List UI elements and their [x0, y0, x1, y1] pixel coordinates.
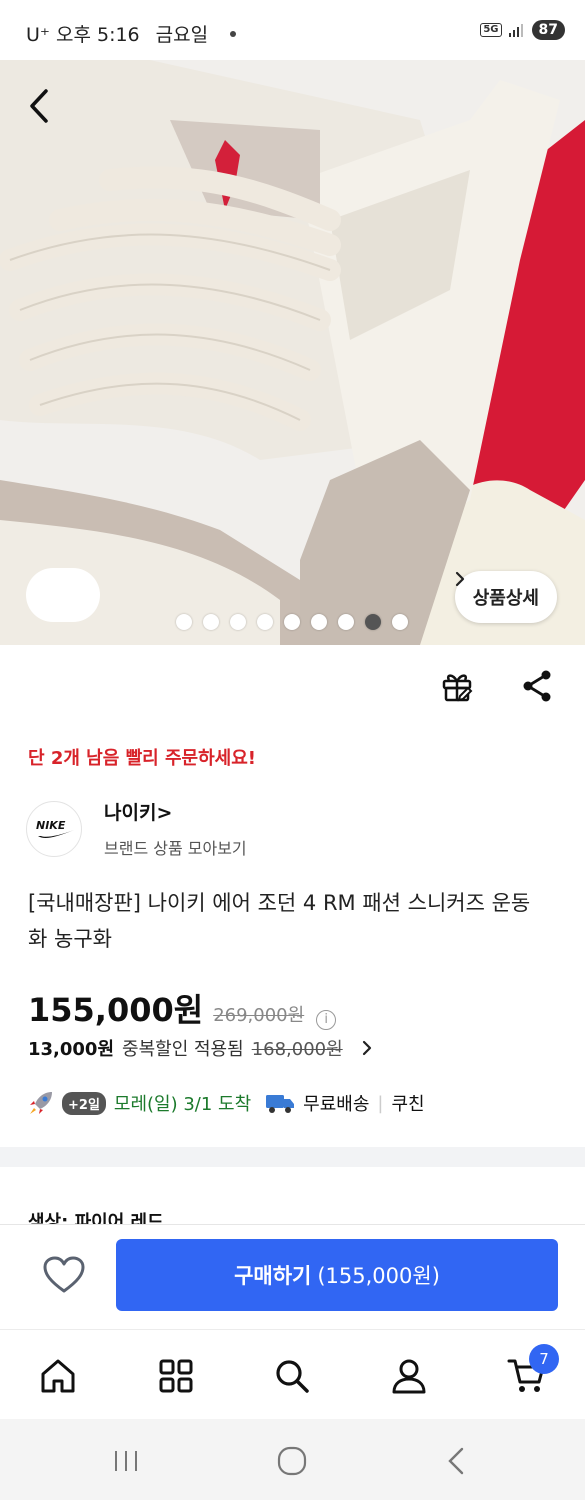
carousel-indicator	[176, 614, 408, 630]
wishlist-button[interactable]	[40, 1253, 88, 1297]
home-icon	[41, 1359, 75, 1393]
gift-button[interactable]	[437, 666, 477, 706]
brand-name[interactable]: 나이키>	[104, 798, 247, 825]
system-nav-bar	[0, 1419, 585, 1500]
price-row: 155,000원 269,000원 i	[28, 985, 337, 1031]
nav-home[interactable]	[34, 1352, 82, 1400]
carousel-dot[interactable]	[338, 614, 354, 630]
purchase-bar: 구매하기 (155,000원)	[0, 1224, 585, 1329]
status-day: 금요일	[155, 24, 209, 46]
heart-icon	[43, 1256, 85, 1293]
status-bar: U⁺ 오후 5:16 금요일 5G 87	[0, 0, 585, 60]
chevron-right-icon	[362, 1040, 371, 1056]
signal-icon	[508, 24, 523, 37]
buy-price: (155,000원)	[317, 1264, 440, 1288]
home-circle-icon	[277, 1446, 307, 1476]
recent-apps-button[interactable]	[106, 1441, 146, 1481]
product-actions	[437, 666, 557, 706]
nav-categories[interactable]	[152, 1352, 200, 1400]
buy-button[interactable]: 구매하기 (155,000원)	[116, 1239, 558, 1311]
rocket-icon	[30, 1092, 52, 1114]
image-overlay-blob	[26, 568, 100, 622]
color-option-peek: 색상: 파이어 레드	[28, 1212, 164, 1224]
arrival-date: 모레(일) 3/1 도착	[113, 1094, 252, 1115]
stock-urgency-notice: 단 2개 남음 빨리 주문하세요!	[28, 748, 256, 769]
bottom-nav: 7	[0, 1329, 585, 1419]
brand-link[interactable]: NIKE 나이키> 브랜드 상품 모아보기	[26, 798, 247, 859]
carousel-dot[interactable]	[257, 614, 273, 630]
delivery-truck-icon	[266, 1095, 295, 1113]
grid-icon	[159, 1359, 193, 1393]
chevron-left-icon	[30, 89, 48, 123]
free-shipping-label: 무료배송	[303, 1094, 370, 1115]
network-5g-icon: 5G	[480, 23, 502, 37]
discount-text: 중복할인 적용됨	[122, 1039, 244, 1060]
nike-logo-icon: NIKE	[36, 819, 74, 838]
status-time: U⁺ 오후 5:16	[26, 24, 140, 46]
home-system-button[interactable]	[272, 1441, 312, 1481]
extra-days-badge: +2일	[62, 1091, 106, 1115]
section-divider	[0, 1147, 585, 1167]
nav-my-page[interactable]	[385, 1352, 433, 1400]
system-back-button[interactable]	[436, 1441, 476, 1481]
buy-label: 구매하기	[234, 1264, 312, 1288]
user-icon	[392, 1359, 426, 1394]
carousel-dot[interactable]	[284, 614, 300, 630]
sneaker-image	[0, 60, 585, 645]
carousel-dot[interactable]	[203, 614, 219, 630]
back-chevron-icon	[448, 1447, 464, 1475]
carousel-dot[interactable]	[176, 614, 192, 630]
svg-text:NIKE: NIKE	[36, 819, 66, 832]
recent-apps-icon	[115, 1451, 137, 1471]
share-icon	[523, 670, 551, 702]
discount-row[interactable]: 13,000원 중복할인 적용됨 168,000원	[28, 1035, 373, 1061]
delivery-info: +2일 모레(일) 3/1 도착 무료배송 | 쿠친	[28, 1090, 425, 1116]
search-icon	[276, 1360, 309, 1393]
notification-dot-icon	[230, 30, 237, 37]
carousel-dot[interactable]	[230, 614, 246, 630]
share-button[interactable]	[517, 666, 557, 706]
cart-count-badge: 7	[529, 1344, 559, 1374]
carousel-dot[interactable]	[392, 614, 408, 630]
brand-logo: NIKE	[26, 800, 82, 857]
sale-price: 155,000원	[28, 991, 204, 1029]
nav-search[interactable]	[268, 1352, 316, 1400]
chevron-right-icon	[455, 571, 464, 587]
extra-label: 쿠친	[391, 1094, 425, 1115]
carousel-dot[interactable]	[311, 614, 327, 630]
discount-old-price: 168,000원	[251, 1039, 343, 1060]
info-icon[interactable]: i	[316, 1009, 337, 1030]
discount-amount: 13,000원	[28, 1039, 115, 1060]
product-detail-button[interactable]: 상품상세	[454, 571, 557, 623]
product-title: [국내매장판] 나이키 에어 조던 4 RM 패션 스니커즈 운동화 농구화	[28, 891, 531, 951]
divider: |	[377, 1092, 384, 1114]
gift-icon	[442, 674, 473, 702]
battery-indicator: 87	[531, 20, 565, 40]
original-price: 269,000원	[213, 1005, 305, 1026]
brand-subtitle: 브랜드 상품 모아보기	[104, 839, 247, 858]
product-detail-label: 상품상세	[472, 588, 539, 609]
product-image-carousel[interactable]: 상품상세	[0, 60, 585, 645]
back-button[interactable]	[28, 88, 68, 134]
nav-cart[interactable]: 7	[503, 1344, 559, 1400]
carousel-dot-active[interactable]	[365, 614, 381, 630]
